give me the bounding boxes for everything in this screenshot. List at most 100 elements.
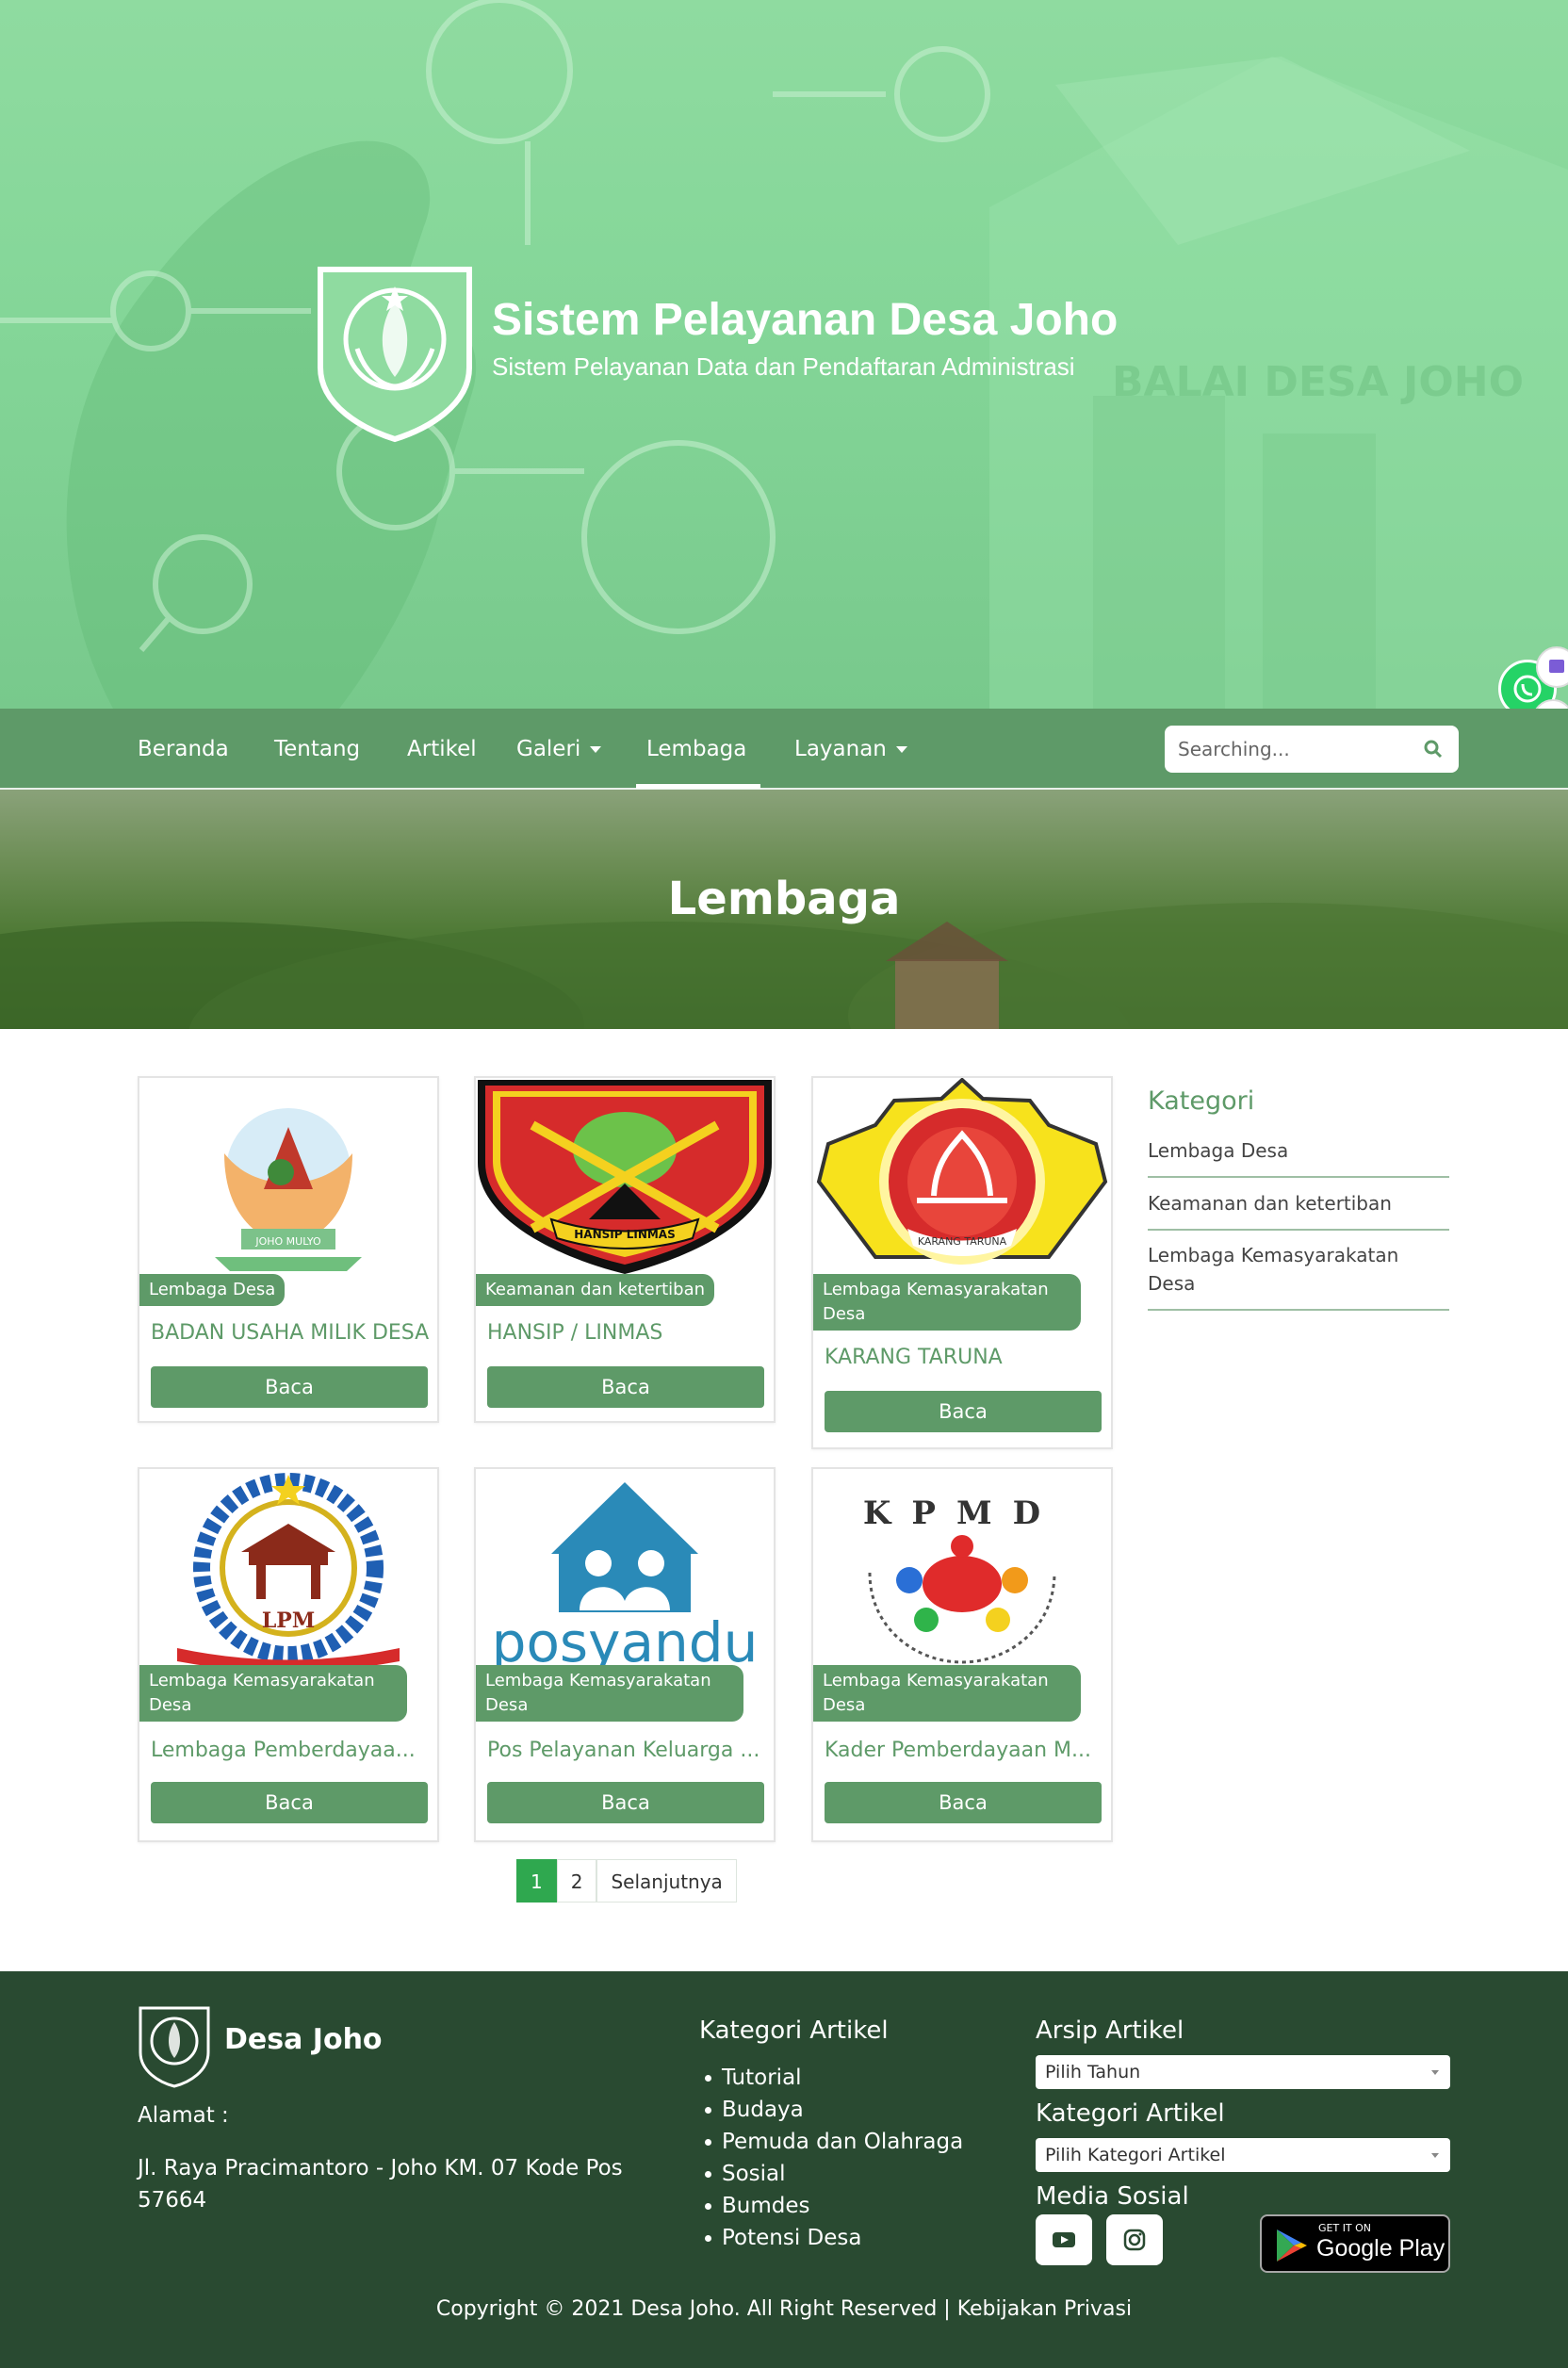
year-select-value: Pilih Tahun [1045,2062,1141,2082]
main-navbar: Beranda Tentang Artikel Galeri Lembaga L… [0,709,1568,790]
card-title[interactable]: Kader Pemberdayaan M... [825,1739,1103,1762]
card-5-logo-text: posyandu [492,1610,759,1667]
sidebar-item-keamanan[interactable]: Keamanan dan ketertiban [1148,1189,1449,1231]
nav-tentang[interactable]: Tentang [274,709,360,790]
next-page-button[interactable]: Selanjutnya [596,1859,737,1903]
lembaga-card: HANSIP LINMAS Keamanan dan ketertiban HA… [474,1076,776,1423]
page-title: Lembaga [667,873,901,925]
search-box [1165,726,1459,773]
category-select-value: Pilih Kategori Artikel [1045,2145,1226,2165]
google-play-badge[interactable]: GET IT ON Google Play [1260,2214,1450,2273]
lembaga-card: KPMD Lembaga Kemasyarakatan Desa Kader P… [811,1467,1113,1842]
read-button[interactable]: Baca [487,1366,764,1408]
card-logo-image: LPM [139,1469,437,1667]
category-select[interactable]: Pilih Kategori Artikel [1036,2138,1450,2172]
card-logo-image: KPMD [813,1469,1111,1667]
read-button[interactable]: Baca [825,1391,1102,1432]
card-title[interactable]: Lembaga Pemberdayaa... [151,1739,430,1762]
hero-title: Sistem Pelayanan Desa Joho [492,295,1119,345]
page-1-button[interactable]: 1 [516,1859,557,1903]
hansip-linmas-logo: HANSIP LINMAS [478,1080,772,1274]
caret-down-icon [895,746,907,753]
google-play-icon [1277,2229,1307,2262]
nav-lembaga-label: Lembaga [646,737,747,761]
pagination: 1 2 Selanjutnya [516,1859,737,1903]
card-logo-image: KARANG TARUNA [813,1078,1111,1276]
card-category-badge: Lembaga Kemasyarakatan Desa [139,1665,407,1722]
footer-kategori-list: Tutorial Budaya Pemuda dan Olahraga Sosi… [699,2062,963,2254]
card-2-logo-text: HANSIP LINMAS [574,1228,675,1241]
footer-emblem-logo [139,2006,210,2088]
copyright-text: Copyright © 2021 Desa Joho. All Right Re… [435,2297,1133,2321]
read-button[interactable]: Baca [151,1782,428,1823]
lembaga-card: LPM Lembaga Kemasyarakatan Desa Lembaga … [138,1467,439,1842]
hero-subtitle: Sistem Pelayanan Data dan Pendaftaran Ad… [492,352,1075,381]
instagram-icon[interactable] [1106,2214,1163,2265]
nav-tentang-label: Tentang [274,737,361,761]
karang-taruna-logo: KARANG TARUNA [816,1078,1108,1265]
select-arrow-icon [1431,2070,1439,2075]
hero-section: BALAI DESA JOHO Sistem Pelayanan Desa Jo… [0,0,1568,709]
kategori2-heading: Kategori Artikel [1036,2099,1225,2128]
card-category-badge: Lembaga Kemasyarakatan Desa [476,1665,743,1722]
card-category-badge: Lembaga Kemasyarakatan Desa [813,1665,1081,1722]
media-sosial-heading: Media Sosial [1036,2182,1189,2211]
read-button[interactable]: Baca [487,1782,764,1823]
nav-beranda-label: Beranda [138,737,229,761]
card-title[interactable]: HANSIP / LINMAS [487,1321,766,1345]
card-title[interactable]: KARANG TARUNA [825,1346,1103,1369]
building-sign-text: BALAI DESA JOHO [1112,358,1524,406]
caret-down-icon [590,746,602,753]
page-banner: Lembaga [0,790,1568,1029]
nav-galeri-label: Galeri [516,737,581,761]
footer-kategori-item[interactable]: Budaya [699,2094,963,2126]
page-2-button[interactable]: 2 [556,1859,597,1903]
footer-kategori-item[interactable]: Bumdes [699,2190,963,2222]
card-category-badge: Lembaga Desa [139,1274,286,1306]
card-logo-image: JOHO MULYO [139,1078,437,1276]
card-6-logo-text: KPMD [863,1494,1061,1532]
nav-layanan-dropdown[interactable]: Layanan [794,709,907,790]
lembaga-card: posyandu Lembaga Kemasyarakatan Desa Pos… [474,1467,776,1842]
footer-brand: Desa Joho [224,2023,383,2056]
card-title[interactable]: Pos Pelayanan Keluarga ... [487,1739,766,1762]
nav-artikel[interactable]: Artikel [407,709,477,790]
year-select[interactable]: Pilih Tahun [1036,2055,1450,2089]
card-title[interactable]: BADAN USAHA MILIK DESA... [151,1321,430,1345]
card-logo-image: HANSIP LINMAS [476,1078,774,1276]
bumdes-logo: JOHO MULYO [215,1108,362,1271]
kpmd-logo: KPMD [863,1494,1061,1664]
arsip-heading: Arsip Artikel [1036,2017,1184,2045]
read-button[interactable]: Baca [825,1782,1102,1823]
nav-active-indicator [636,784,760,789]
posyandu-logo: posyandu [492,1482,759,1667]
gplay-big-text: Google Play [1316,2235,1446,2262]
address-label: Alamat : [138,2103,229,2128]
gplay-small-text: GET IT ON [1318,2222,1372,2234]
sidebar-item-lembaga-desa[interactable]: Lembaga Desa [1148,1136,1449,1178]
card-3-logo-text: KARANG TARUNA [918,1235,1007,1248]
youtube-icon[interactable] [1036,2214,1092,2265]
card-category-badge: Lembaga Kemasyarakatan Desa [813,1274,1081,1331]
footer-kategori-item[interactable]: Pemuda dan Olahraga [699,2126,963,2158]
nav-beranda[interactable]: Beranda [138,709,229,790]
lembaga-card: KARANG TARUNA Lembaga Kemasyarakatan Des… [811,1076,1113,1449]
read-button[interactable]: Baca [151,1366,428,1408]
card-1-logo-text: JOHO MULYO [254,1235,321,1248]
card-4-logo-text: LPM [262,1609,315,1633]
sidebar-title: Kategori [1148,1086,1255,1116]
nav-artikel-label: Artikel [407,737,477,761]
footer-kategori-item[interactable]: Tutorial [699,2062,963,2094]
card-logo-image: posyandu [476,1469,774,1667]
footer-kategori-heading: Kategori Artikel [699,2017,889,2045]
nav-galeri-dropdown[interactable]: Galeri [516,709,602,790]
footer-kategori-item[interactable]: Potensi Desa [699,2222,963,2254]
nav-layanan-label: Layanan [794,737,887,761]
sidebar-item-lembaga-kemasyarakatan[interactable]: Lembaga Kemasyarakatan Desa [1148,1241,1449,1311]
card-category-badge: Keamanan dan ketertiban [476,1274,715,1306]
chat-widget-icon[interactable] [1536,646,1568,688]
footer-kategori-item[interactable]: Sosial [699,2158,963,2190]
nav-lembaga[interactable]: Lembaga [646,709,746,790]
search-icon[interactable] [1423,739,1444,759]
search-input[interactable] [1178,726,1413,773]
